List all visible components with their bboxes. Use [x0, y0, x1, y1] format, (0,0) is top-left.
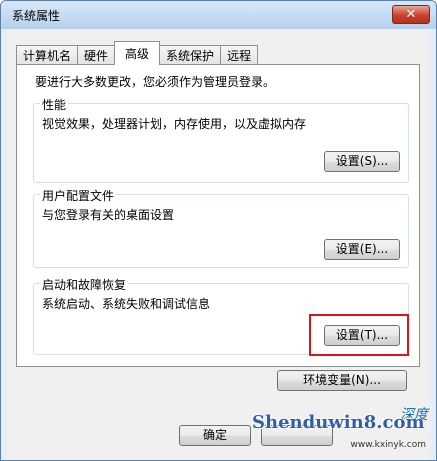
tab-label: 系统保护 [166, 49, 215, 63]
title-bar[interactable]: 系统属性 ✕ [1, 1, 436, 29]
tab-label: 高级 [125, 47, 150, 61]
tab-strip: 计算机名 硬件 高级 系统保护 远程 [16, 41, 259, 65]
performance-settings-button[interactable]: 设置(S)... [324, 151, 400, 172]
watermark-logo: Shenduwin8.com [252, 412, 425, 433]
tab-system-protection[interactable]: 系统保护 [159, 45, 222, 65]
user-profiles-desc: 与您登录有关的桌面设置 [42, 208, 175, 222]
user-profiles-group: 用户配置文件 与您登录有关的桌面设置 设置(E)... [33, 187, 409, 268]
tab-hardware[interactable]: 硬件 [77, 45, 116, 65]
watermark-url: www.kxinyk.com [350, 440, 426, 450]
ok-button[interactable]: 确定 [179, 425, 251, 446]
watermark: 深度 Shenduwin8.com www.kxinyk.com [242, 407, 432, 456]
user-profiles-title: 用户配置文件 [40, 187, 117, 204]
startup-recovery-group: 启动和故障恢复 系统启动、系统失败和调试信息 设置(T)... [33, 276, 409, 356]
startup-recovery-title: 启动和故障恢复 [40, 276, 129, 293]
system-properties-window: 系统属性 ✕ 计算机名 硬件 高级 系统保护 远程 要进行大多数更改，您必须作为… [0, 0, 437, 461]
tab-remote[interactable]: 远程 [220, 45, 259, 65]
advanced-tab-panel: 要进行大多数更改，您必须作为管理员登录。 性能 视觉效果，处理器计划，内存使用，… [16, 64, 420, 367]
close-button[interactable]: ✕ [392, 5, 430, 24]
user-profiles-settings-button[interactable]: 设置(E)... [324, 239, 400, 260]
startup-recovery-desc: 系统启动、系统失败和调试信息 [42, 297, 211, 311]
tab-label: 硬件 [84, 49, 109, 63]
performance-group: 性能 视觉效果，处理器计划，内存使用，以及虚拟内存 设置(S)... [33, 96, 409, 183]
window-title: 系统属性 [12, 9, 61, 23]
tab-computer-name[interactable]: 计算机名 [16, 45, 79, 65]
tab-label: 计算机名 [23, 49, 72, 63]
performance-title: 性能 [40, 96, 69, 113]
admin-note: 要进行大多数更改，您必须作为管理员登录。 [35, 75, 276, 89]
environment-variables-button[interactable]: 环境变量(N)... [277, 370, 407, 391]
performance-desc: 视觉效果，处理器计划，内存使用，以及虚拟内存 [42, 117, 307, 131]
tab-label: 远程 [227, 49, 252, 63]
tab-advanced[interactable]: 高级 [114, 41, 161, 65]
close-icon: ✕ [405, 7, 417, 22]
highlight-box [309, 314, 409, 356]
